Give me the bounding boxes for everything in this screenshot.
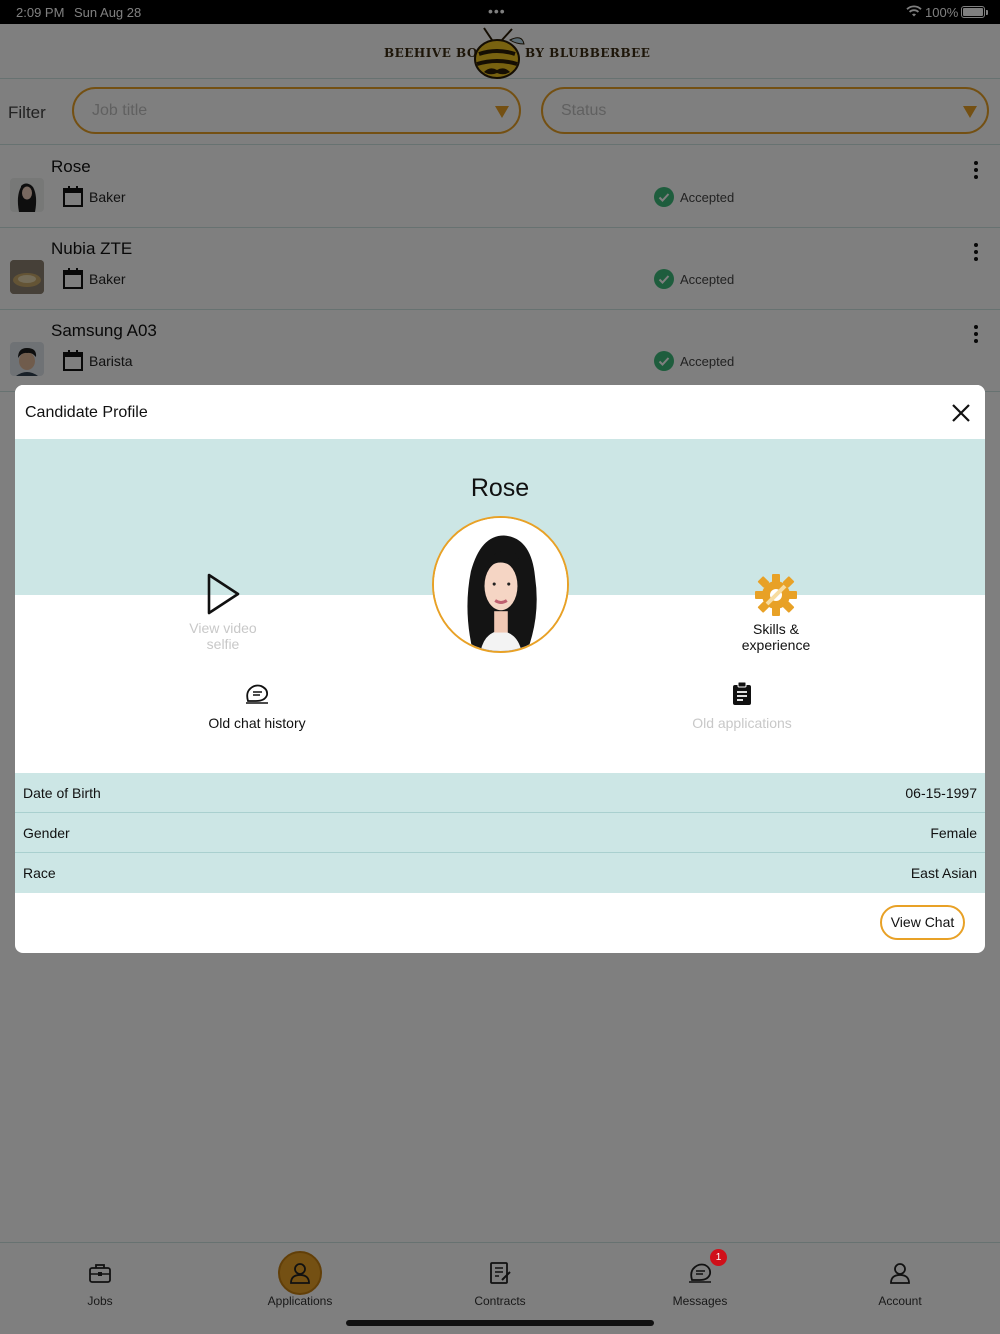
modal-title: Candidate Profile (25, 404, 148, 421)
old-applications-button[interactable]: Old applications (692, 681, 792, 731)
old-chat-history-button[interactable]: Old chat history (207, 682, 307, 731)
skills-gear-icon (755, 574, 797, 616)
view-chat-button[interactable]: View Chat (880, 905, 965, 940)
clipboard-icon (733, 681, 751, 705)
candidate-profile-modal: Candidate Profile Rose View video selfie (15, 385, 985, 953)
chat-history-icon (246, 684, 269, 704)
info-value: Female (930, 825, 977, 841)
info-key: Date of Birth (23, 785, 101, 801)
info-row-race: Race East Asian (15, 853, 985, 893)
skills-experience-button[interactable]: Skills & experience (726, 572, 826, 653)
play-icon (207, 573, 240, 615)
info-key: Gender (23, 825, 70, 841)
messages-badge: 1 (710, 1249, 727, 1266)
home-indicator[interactable] (346, 1320, 654, 1326)
action-label: Old chat history (208, 715, 306, 731)
view-video-selfie-button[interactable]: View video selfie (173, 572, 273, 652)
action-label: View video selfie (189, 620, 257, 652)
candidate-photo (432, 516, 569, 653)
info-value: 06-15-1997 (905, 785, 977, 801)
modal-header: Candidate Profile (15, 385, 985, 439)
close-icon[interactable] (949, 401, 973, 425)
info-key: Race (23, 865, 56, 881)
action-label: Old applications (692, 715, 792, 731)
info-row-gender: Gender Female (15, 813, 985, 853)
action-label: Skills & experience (741, 621, 811, 653)
candidate-name: Rose (470, 474, 530, 502)
info-value: East Asian (910, 865, 977, 881)
info-row-date-of-birth: Date of Birth 06-15-1997 (15, 773, 985, 813)
